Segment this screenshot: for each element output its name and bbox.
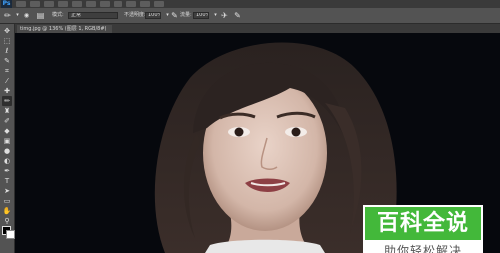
menu-3d[interactable] (114, 1, 122, 7)
menu-file[interactable] (16, 1, 26, 7)
airbrush-icon[interactable]: ✈ (220, 11, 229, 20)
menu-select[interactable] (86, 1, 96, 7)
document-tab-bar: timg.jpg @ 136% (图层 1, RGB/8#) (15, 24, 500, 33)
pressure-opacity-icon[interactable]: ✎ (170, 11, 179, 20)
shape-icon[interactable]: ▭ (2, 196, 12, 206)
menu-layer[interactable] (58, 1, 68, 7)
menu-bar: Ps (0, 0, 500, 8)
opacity-input[interactable]: 100% (145, 12, 161, 19)
menu-edit[interactable] (30, 1, 40, 7)
watermark-title: 百科全说 (376, 211, 469, 236)
photoshop-logo-icon: Ps (1, 0, 12, 8)
opacity-label: 不透明度: (124, 12, 146, 18)
history-brush-icon[interactable]: ✐ (2, 116, 12, 126)
chevron-down-icon[interactable]: ▾ (13, 11, 22, 20)
mode-select[interactable]: 正常 (68, 12, 118, 19)
brush-size-icon[interactable]: ◉ (22, 11, 31, 20)
brush-preset-icon[interactable]: ✏ (3, 11, 12, 20)
eraser-icon[interactable]: ◆ (2, 126, 12, 136)
menu-view[interactable] (126, 1, 136, 7)
blur-icon[interactable]: ● (2, 146, 12, 156)
brush-icon[interactable]: ✏ (2, 96, 12, 106)
pen-icon[interactable]: ✒ (2, 166, 12, 176)
document-tab[interactable]: timg.jpg @ 136% (图层 1, RGB/8#) (17, 25, 113, 33)
marquee-icon[interactable]: ⬚ (2, 36, 12, 46)
zoom-icon[interactable]: ⚲ (2, 216, 12, 226)
background-color-swatch[interactable] (6, 230, 15, 239)
stamp-icon[interactable]: ♜ (2, 106, 12, 116)
menu-help[interactable] (154, 1, 164, 7)
canvas-area[interactable]: 百科全说 助你轻松解决 (15, 33, 500, 253)
menu-filter[interactable] (100, 1, 110, 7)
type-icon[interactable]: T (2, 176, 12, 186)
pressure-size-icon[interactable]: ✎ (233, 11, 242, 20)
crop-icon[interactable]: ⌗ (2, 66, 12, 76)
flow-label: 流量: (180, 12, 192, 18)
watermark-banner: 百科全说 (365, 207, 481, 240)
dodge-icon[interactable]: ◐ (2, 156, 12, 166)
brush-panel-icon[interactable]: ▤ (36, 11, 45, 20)
flow-dropdown-icon[interactable]: ▾ (211, 11, 220, 20)
path-select-icon[interactable]: ➤ (2, 186, 12, 196)
mode-label: 模式: (52, 12, 64, 18)
hand-icon[interactable]: ✋ (2, 206, 12, 216)
baike-watermark-logo: 百科全说 助你轻松解决 (363, 205, 483, 253)
watermark-subtitle: 助你轻松解决 (383, 244, 462, 253)
options-bar: ✏ ▾ ◉ ▤ 模式: 正常 不透明度: 100% ▾ ✎ 流量: 100% ▾… (0, 8, 500, 24)
tools-panel: ✥⬚ℓ✎⌗⁄✚✏♜✐◆▣●◐✒T➤▭✋⚲… (0, 24, 15, 253)
flow-input[interactable]: 100% (193, 12, 209, 19)
quick-select-icon[interactable]: ✎ (2, 56, 12, 66)
lasso-icon[interactable]: ℓ (2, 46, 12, 56)
menu-image[interactable] (44, 1, 54, 7)
eyedropper-icon[interactable]: ⁄ (2, 76, 12, 86)
menu-type[interactable] (72, 1, 82, 7)
gradient-icon[interactable]: ▣ (2, 136, 12, 146)
healing-icon[interactable]: ✚ (2, 86, 12, 96)
move-icon[interactable]: ✥ (2, 26, 12, 36)
menu-window[interactable] (140, 1, 150, 7)
